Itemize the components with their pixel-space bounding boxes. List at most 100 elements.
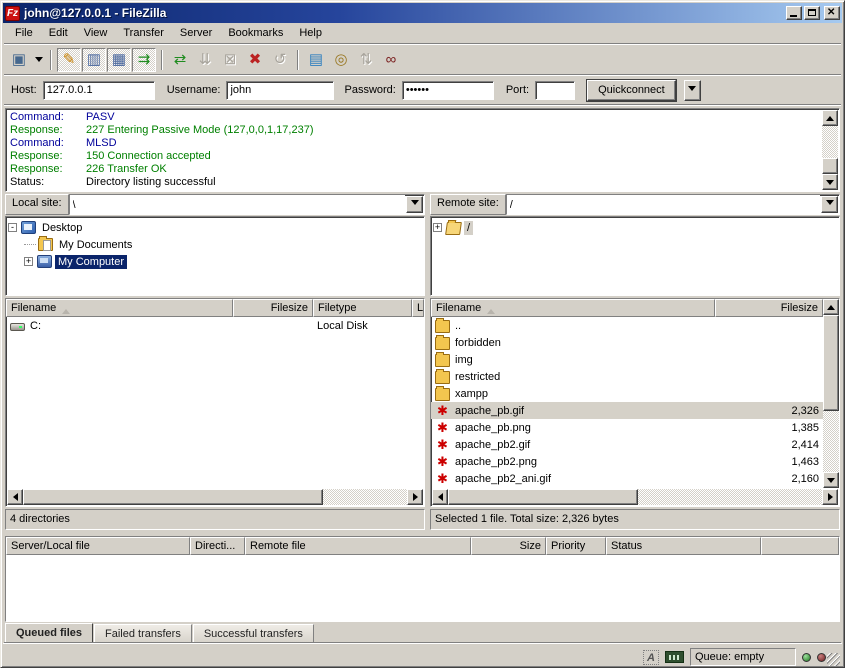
collapse-icon[interactable]: - — [8, 223, 17, 232]
toggle-remote-tree-button[interactable]: ▦ — [107, 48, 131, 72]
column-header-lastmodified[interactable]: L — [412, 299, 424, 317]
menu-help[interactable]: Help — [291, 25, 330, 41]
queue-body[interactable] — [6, 555, 839, 621]
password-input[interactable] — [402, 81, 494, 100]
local-horizontal-scrollbar[interactable] — [7, 489, 423, 505]
column-header-priority[interactable]: Priority — [546, 537, 606, 555]
scrollbar-thumb[interactable] — [448, 489, 638, 505]
site-manager-button[interactable]: ▣ — [7, 48, 31, 72]
tree-item-my-documents[interactable]: My Documents — [8, 236, 424, 253]
directory-filters-button[interactable]: ▤ — [304, 48, 328, 72]
scrollbar-thumb[interactable] — [822, 158, 838, 174]
file-row[interactable]: apache_pb2_ani.gif 2,160 — [431, 470, 823, 487]
file-row-c-drive[interactable]: C: Local Disk — [6, 317, 424, 334]
menu-transfer[interactable]: Transfer — [115, 25, 172, 41]
file-row[interactable]: restricted — [431, 368, 823, 385]
column-header-filesize[interactable]: Filesize — [715, 299, 823, 317]
directory-comparison-button[interactable]: ◎ — [329, 48, 353, 72]
tree-item-desktop[interactable]: - Desktop — [8, 219, 424, 236]
column-header-size[interactable]: Size — [471, 537, 546, 555]
scrollbar-track[interactable] — [638, 489, 822, 505]
menu-server[interactable]: Server — [172, 25, 220, 41]
close-button[interactable]: ✕ — [824, 6, 840, 20]
column-header-status[interactable]: Status — [606, 537, 761, 555]
scroll-right-button[interactable] — [407, 489, 423, 505]
filter-icon: ▤ — [309, 52, 323, 67]
tree-item-root[interactable]: + / — [433, 219, 839, 236]
scroll-left-button[interactable] — [432, 489, 448, 505]
scroll-right-button[interactable] — [822, 489, 838, 505]
remote-site-dropdown-button[interactable] — [821, 196, 838, 213]
file-row[interactable]: forbidden — [431, 334, 823, 351]
toggle-queue-button[interactable]: ⇉ — [132, 48, 156, 72]
file-row[interactable]: .. — [431, 317, 823, 334]
remote-list-body: .. forbidden img restricted — [431, 317, 823, 488]
scroll-up-button[interactable] — [822, 110, 838, 126]
column-header-direction[interactable]: Directi... — [190, 537, 245, 555]
column-header-filename[interactable]: Filename — [6, 299, 233, 317]
local-list-header: Filename Filesize Filetype L — [6, 299, 424, 317]
scroll-down-button[interactable] — [822, 174, 838, 190]
scroll-left-button[interactable] — [7, 489, 23, 505]
file-row[interactable]: xampp — [431, 385, 823, 402]
remote-vertical-scrollbar[interactable] — [823, 299, 839, 488]
file-row[interactable]: apache_pb.png 1,385 — [431, 419, 823, 436]
file-row[interactable]: apache_pb2.png 1,463 — [431, 453, 823, 470]
remote-site-input[interactable] — [507, 195, 820, 214]
scrollbar-thumb[interactable] — [23, 489, 323, 505]
transfer-type-icon[interactable]: A — [643, 650, 659, 665]
column-header-filesize[interactable]: Filesize — [233, 299, 313, 317]
folder-icon — [435, 337, 450, 350]
local-site-combobox[interactable] — [69, 194, 425, 215]
process-queue-button[interactable]: ⇊ — [193, 48, 217, 72]
tab-successful-transfers[interactable]: Successful transfers — [193, 624, 314, 643]
file-row-selected[interactable]: apache_pb.gif 2,326 — [431, 402, 823, 419]
column-header-filetype[interactable]: Filetype — [313, 299, 412, 317]
tree-item-my-computer[interactable]: + My Computer — [8, 253, 424, 270]
synchronized-browsing-button[interactable]: ⇅ — [354, 48, 378, 72]
username-input[interactable] — [226, 81, 334, 100]
quickconnect-button[interactable]: Quickconnect — [587, 80, 676, 101]
file-row[interactable]: apache_pb2.gif 2,414 — [431, 436, 823, 453]
minimize-button[interactable] — [786, 6, 802, 20]
scrollbar-thumb[interactable] — [823, 315, 839, 411]
speed-limits-icon[interactable] — [665, 651, 684, 663]
port-input[interactable] — [535, 81, 575, 100]
minimize-icon — [790, 15, 797, 17]
toggle-local-tree-button[interactable]: ▥ — [82, 48, 106, 72]
maximize-button[interactable] — [804, 6, 820, 20]
remote-site-combobox[interactable] — [506, 194, 840, 215]
tab-failed-transfers[interactable]: Failed transfers — [94, 624, 192, 643]
quickconnect-dropdown-button[interactable] — [684, 80, 701, 101]
expand-icon[interactable]: + — [24, 257, 33, 266]
column-header-remote-file[interactable]: Remote file — [245, 537, 471, 555]
remote-horizontal-scrollbar[interactable] — [432, 489, 838, 505]
reconnect-button[interactable]: ↺ — [268, 48, 292, 72]
menu-file[interactable]: File — [7, 25, 41, 41]
host-input[interactable] — [43, 81, 155, 100]
disconnect-button[interactable]: ✖ — [243, 48, 267, 72]
local-site-dropdown-button[interactable] — [406, 196, 423, 213]
expand-icon[interactable]: + — [433, 223, 442, 232]
file-row[interactable]: img — [431, 351, 823, 368]
scroll-down-button[interactable] — [823, 472, 839, 488]
scroll-up-button[interactable] — [823, 299, 839, 315]
refresh-button[interactable]: ⇄ — [168, 48, 192, 72]
queue-size-indicator: Queue: empty — [690, 648, 796, 666]
tab-queued-files[interactable]: Queued files — [5, 623, 93, 644]
local-site-input[interactable] — [70, 195, 405, 214]
scrollbar-track[interactable] — [823, 411, 839, 472]
toggle-message-log-button[interactable]: ✎ — [57, 48, 81, 72]
cancel-button[interactable]: ⊠ — [218, 48, 242, 72]
column-header-server-local-file[interactable]: Server/Local file — [6, 537, 190, 555]
scrollbar-track[interactable] — [323, 489, 407, 505]
site-manager-dropdown-button[interactable] — [32, 48, 45, 72]
find-files-button[interactable]: ∞ — [379, 48, 403, 72]
menu-view[interactable]: View — [76, 25, 116, 41]
resize-grip[interactable] — [827, 653, 840, 666]
menu-edit[interactable]: Edit — [41, 25, 76, 41]
scrollbar-track[interactable] — [822, 126, 838, 158]
column-header-filename[interactable]: Filename — [431, 299, 715, 317]
menu-bookmarks[interactable]: Bookmarks — [220, 25, 291, 41]
log-scrollbar[interactable] — [822, 110, 838, 190]
